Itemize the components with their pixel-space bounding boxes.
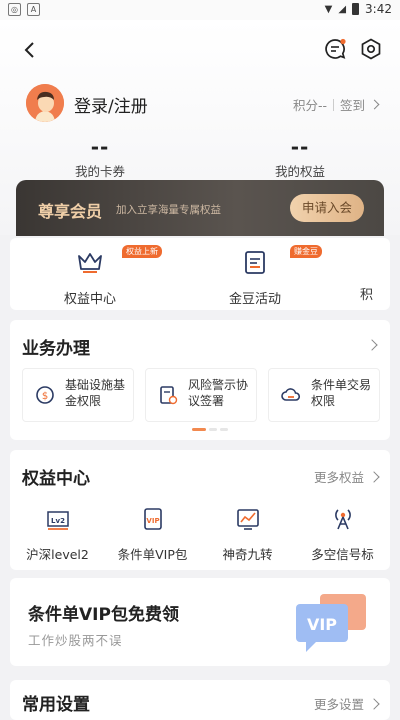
login-register-link[interactable]: 登录/注册 xyxy=(74,92,148,117)
vip-doc-icon: VIP xyxy=(143,508,162,530)
business-tile[interactable]: $ 基础设施基金权限 xyxy=(22,368,134,422)
crown-icon xyxy=(78,253,102,273)
app-notification-icon: A xyxy=(27,3,40,16)
apply-membership-button[interactable]: 申请入会 xyxy=(290,194,364,222)
rights-label: 我的权益 xyxy=(274,164,325,179)
rights-item-label: 沪深level2 xyxy=(26,547,89,562)
common-settings-card: 常用设置 更多设置 xyxy=(10,680,390,720)
vip-chat-illustration-icon: VIP xyxy=(296,594,366,652)
vip-banner: 尊享会员 加入立享海量专属权益 申请入会 xyxy=(16,180,384,236)
tile-label: 基础设施基金权限 xyxy=(65,378,126,408)
new-rights-badge: 权益上新 xyxy=(122,245,162,258)
signal-tower-icon xyxy=(334,509,351,530)
settings-icon[interactable] xyxy=(360,38,382,60)
clipboard-icon xyxy=(245,251,265,274)
svg-text:VIP: VIP xyxy=(146,517,159,525)
tile-label: 风险警示协议签署 xyxy=(188,378,249,408)
quick-item-label: 积 xyxy=(360,288,374,303)
quick-entry-card: 权益中心 权益上新 金豆活动 赚金豆 积 xyxy=(10,238,390,310)
carousel-indicator xyxy=(192,428,228,431)
document-warning-icon xyxy=(160,386,178,405)
battery-icon xyxy=(352,3,360,15)
section-title: 权益中心 xyxy=(22,469,90,489)
message-icon[interactable] xyxy=(324,38,346,60)
cloud-icon xyxy=(281,388,301,401)
chevron-right-icon xyxy=(369,99,380,110)
my-rights[interactable]: -- 我的权益 xyxy=(200,135,400,180)
more-rights-label: 更多权益 xyxy=(313,470,364,485)
rights-item-label: 神奇九转 xyxy=(222,547,273,562)
avatar[interactable] xyxy=(26,84,64,122)
vip-subtitle: 加入立享海量专属权益 xyxy=(116,204,221,216)
notification-icon: ◎ xyxy=(8,3,21,16)
quick-item-label: 权益中心 xyxy=(63,292,116,307)
signal-icon: ◢ xyxy=(338,3,347,15)
chevron-right-icon[interactable] xyxy=(366,339,378,351)
my-coupons[interactable]: -- 我的卡券 xyxy=(0,135,200,180)
more-rights-link[interactable]: 更多权益 xyxy=(313,467,380,486)
coupons-label: 我的卡券 xyxy=(74,164,125,179)
coupons-value: -- xyxy=(90,135,110,159)
rights-item[interactable]: 神奇九转 xyxy=(200,506,295,563)
quick-item-label: 金豆活动 xyxy=(228,292,281,307)
dollar-circle-icon: $ xyxy=(36,386,54,404)
chevron-right-icon xyxy=(368,697,380,710)
more-settings-link[interactable]: 更多设置 xyxy=(313,694,380,713)
vip-art-text: VIP xyxy=(307,615,337,634)
promo-subtitle: 工作炒股两不误 xyxy=(28,633,123,648)
level2-icon: Lv2 xyxy=(46,511,69,530)
rights-item-label: 多空信号标 xyxy=(311,547,374,562)
promo-title: 条件单VIP包免费领 xyxy=(28,605,179,625)
vip-title: 尊享会员 xyxy=(38,202,103,221)
svg-text:Lv2: Lv2 xyxy=(51,517,65,525)
rights-item[interactable]: VIP 条件单VIP包 xyxy=(105,506,200,563)
status-time: 3:42 xyxy=(365,2,392,16)
back-arrow-icon[interactable] xyxy=(20,40,40,60)
business-tile[interactable]: 条件单交易权限 xyxy=(268,368,380,422)
section-title: 常用设置 xyxy=(22,695,90,715)
section-title: 业务办理 xyxy=(22,339,90,359)
rights-center-card: 权益中心 更多权益 Lv2 沪深level2 VIP 条件单VIP包 神奇九转 xyxy=(10,450,390,570)
tile-label: 条件单交易权限 xyxy=(311,378,372,408)
rights-item-label: 条件单VIP包 xyxy=(117,547,188,562)
business-card: 业务办理 $ 基础设施基金权限 风险警示协议签署 条件单交易权限 xyxy=(10,320,390,440)
status-bar: ◎ A ▼ ◢ 3:42 xyxy=(0,0,400,20)
svg-text:$: $ xyxy=(42,391,48,402)
divider xyxy=(332,98,334,111)
avatar-face-icon xyxy=(26,84,64,122)
quick-item-partial[interactable]: 积 xyxy=(360,248,390,303)
chevron-right-icon xyxy=(368,470,380,483)
business-tile[interactable]: 风险警示协议签署 xyxy=(145,368,257,422)
promo-card[interactable]: 条件单VIP包免费领 工作炒股两不误 VIP xyxy=(10,578,390,666)
wifi-icon: ▼ xyxy=(324,3,333,15)
chart-board-icon xyxy=(236,509,259,530)
earn-bean-badge: 赚金豆 xyxy=(290,245,322,258)
points-label: 积分-- xyxy=(292,98,327,113)
rights-item[interactable]: 多空信号标 xyxy=(295,506,390,563)
signin-link[interactable]: 签到 xyxy=(340,95,365,114)
rights-value: -- xyxy=(290,135,310,159)
more-settings-label: 更多设置 xyxy=(313,697,364,712)
rights-item[interactable]: Lv2 沪深level2 xyxy=(10,506,105,563)
points-area: 积分-- 签到 xyxy=(292,95,380,114)
